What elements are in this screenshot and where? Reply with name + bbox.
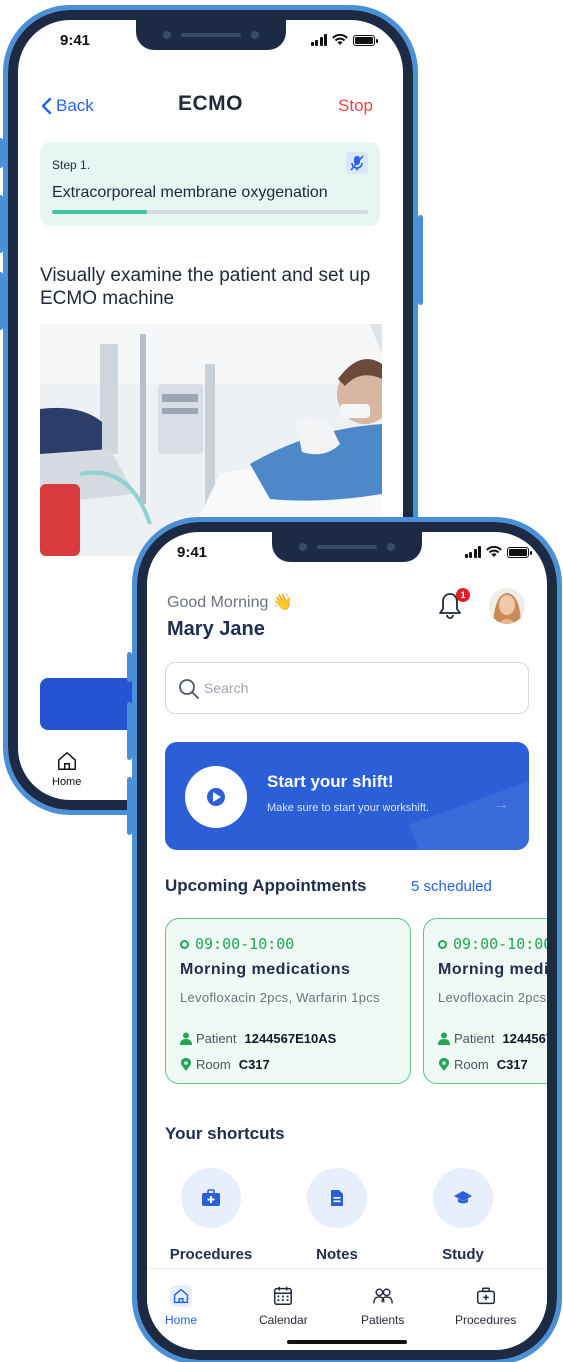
patients-icon [372,1288,393,1304]
notification-badge: 1 [456,588,470,602]
play-button[interactable] [185,766,247,828]
user-name: Mary Jane [167,618,265,640]
shortcut-label: Notes [316,1246,358,1263]
room-label: Room [454,1057,489,1072]
appointment-time-text: 09:00-10:00 [453,935,547,953]
greeting: Good Morning 👋 [167,594,293,611]
battery-icon [507,546,532,558]
tab-label: Home [165,1313,198,1327]
medical-kit-icon [476,1287,495,1305]
appointments-count-link[interactable]: 5 scheduled [411,878,492,895]
tab-home[interactable]: Home [165,1285,197,1327]
card-decoration [409,780,529,850]
person-icon [180,1032,192,1045]
signal-icon [310,34,327,46]
tab-label: Patients [361,1313,405,1327]
appointment-medications: Levofloxacin 2pcs, Warfarin 1pcs [180,990,380,1005]
instruction-text: Visually examine the patient and set up … [40,265,371,309]
tab-label: Calendar [259,1313,308,1327]
shortcuts-heading: Your shortcuts [165,1124,285,1143]
appointment-time: 09:00-10:00 [180,935,294,953]
graduation-cap-icon [454,1191,472,1204]
appointment-card[interactable]: 09:00-10:00 Morning medications Levoflox… [165,918,411,1084]
location-pin-icon [181,1058,191,1071]
appointment-room: Room C317 [438,1057,528,1072]
patient-label: Patient [454,1031,495,1046]
patient-id: 1244567E10AS [244,1031,337,1046]
home-icon [170,1285,192,1307]
appointment-title: Morning medications [180,961,351,978]
mute-switch [127,652,132,682]
appointment-time: 09:00-10:00 [438,935,547,953]
bottom-tab-bar: Home Calendar Patients Procedures [147,1268,547,1350]
tab-calendar[interactable]: Calendar [259,1285,308,1327]
status-time: 9:41 [60,32,91,49]
room-number: C317 [238,1057,270,1072]
clock-dot-icon [438,939,447,949]
notch [272,532,422,562]
patient-label: Patient [196,1031,237,1046]
status-time: 9:41 [177,544,208,561]
ecmo-nav-bar: Back ECMO Stop [18,92,403,122]
wifi-icon [486,546,502,557]
volume-up-button [0,195,3,253]
signal-icon [464,546,481,558]
shortcut-label: Procedures [169,1246,253,1263]
search-bar[interactable] [165,662,529,714]
search-input[interactable] [204,675,504,701]
volume-down-button [0,272,3,330]
arrow-right-icon: → [493,796,509,813]
stop-button[interactable]: Stop [338,96,373,116]
play-icon [213,792,221,802]
room-number: C317 [496,1057,528,1072]
appointment-patient: Patient 1244567E10AS [180,1031,336,1046]
shortcut-label: Study [442,1246,484,1263]
appointment-room: Room C317 [180,1057,270,1072]
wifi-icon [332,34,348,45]
shortcut-procedures[interactable]: Procedures [161,1168,261,1263]
shift-title: Start your shift! [267,772,394,791]
step-number: Step 1. [52,158,91,172]
step-progress-bar [52,210,368,214]
tab-home-label: Home [52,776,82,788]
avatar[interactable] [489,588,525,624]
tab-home[interactable]: Home [52,750,81,788]
appointment-medications: Levofloxacin 2pcs, Warfarin 1pcs [438,990,547,1005]
tab-procedures[interactable]: Procedures [455,1285,516,1327]
start-shift-card[interactable]: Start your shift! Make sure to start you… [165,742,529,850]
volume-up-button [127,702,132,760]
person-icon [438,1032,450,1045]
mute-switch [0,138,3,168]
step-title: Extracorporeal membrane oxygenation [52,184,328,201]
clock-dot-icon [180,939,189,949]
mic-off-icon[interactable] [346,152,368,174]
tab-patients[interactable]: Patients [361,1285,404,1327]
location-pin-icon [439,1058,449,1071]
shortcut-study[interactable]: Study [413,1168,513,1263]
shortcut-notes[interactable]: Notes [287,1168,387,1263]
power-button [418,215,423,305]
volume-down-button [127,777,132,835]
room-label: Room [196,1057,231,1072]
appointment-time-text: 09:00-10:00 [195,935,295,953]
home-screen: 9:41 Good Morning 👋 Mary Jane 1 Start yo… [147,532,547,1350]
home-phone: 9:41 Good Morning 👋 Mary Jane 1 Start yo… [127,517,562,1362]
step-progress-fill [52,210,147,214]
battery-icon [353,34,378,46]
shift-subtitle: Make sure to start your workshift. [267,802,429,814]
note-icon [331,1190,343,1206]
appointments-heading: Upcoming Appointments [165,876,367,895]
notch [135,20,286,50]
home-indicator [287,1340,407,1344]
calendar-icon [274,1286,293,1305]
home-icon [57,752,76,770]
appointment-card[interactable]: 09:00-10:00 Morning medications Levoflox… [423,918,547,1084]
tab-label: Procedures [455,1313,517,1327]
appointment-title: Morning medications [438,961,547,978]
step-card: Step 1. Extracorporeal membrane oxygenat… [40,142,380,226]
patient-id: 1244567E10AS [502,1031,547,1046]
search-icon [179,679,199,699]
medical-kit-icon [202,1189,220,1206]
appointment-patient: Patient 1244567E10AS [438,1031,547,1046]
